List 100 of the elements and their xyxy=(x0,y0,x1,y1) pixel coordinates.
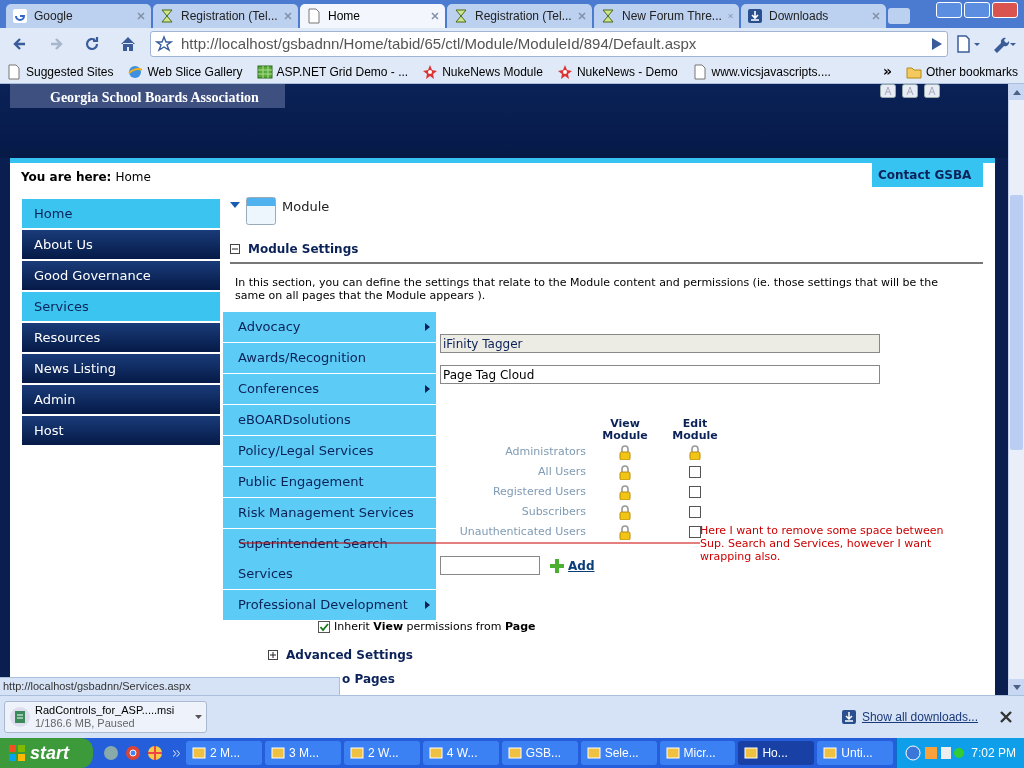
nav-item[interactable]: Resources xyxy=(22,323,220,353)
submenu-item[interactable]: Professional Development xyxy=(223,590,436,621)
bookmark[interactable]: ASP.NET Grid Demo - ... xyxy=(256,62,409,81)
collapse-toggle[interactable] xyxy=(230,244,240,254)
close-tab-icon[interactable] xyxy=(872,12,880,20)
role-label: Unauthenticated Users xyxy=(458,523,587,540)
maximize-button[interactable] xyxy=(964,2,990,18)
submenu-item[interactable]: Awards/Recognition xyxy=(223,343,436,374)
download-item[interactable]: RadControls_for_ASP.....msi 1/186.6 MB, Paused xyxy=(4,701,207,733)
submenu-item[interactable]: Conferences xyxy=(223,374,436,405)
contact-link[interactable]: Contact GSBA xyxy=(872,163,983,187)
window-icon xyxy=(192,746,207,760)
column-header: View Module xyxy=(601,418,649,442)
scroll-up-button[interactable] xyxy=(1009,84,1024,100)
section-heading: o Pages xyxy=(342,670,396,688)
lock-icon xyxy=(619,504,631,520)
chevrons-icon xyxy=(172,749,181,757)
scrollbar-thumb[interactable] xyxy=(1010,195,1023,450)
module-title: Module xyxy=(282,198,330,216)
taskbar-button[interactable]: Micr... xyxy=(659,741,736,765)
download-status: 1/186.6 MB, Paused xyxy=(35,717,136,730)
role-label: Subscribers xyxy=(520,503,587,520)
browser-tab[interactable]: Registration (Tel... xyxy=(153,4,298,28)
page-icon xyxy=(691,63,708,80)
inherit-label: Inherit View permissions from Page xyxy=(334,619,536,635)
caret-icon xyxy=(195,715,202,719)
nav-item[interactable]: Host xyxy=(22,416,220,446)
download-icon xyxy=(841,710,856,724)
bookmark[interactable]: Suggested Sites xyxy=(6,62,114,81)
taskbar-button[interactable]: Unti... xyxy=(817,741,894,765)
permission-checkbox[interactable] xyxy=(689,486,701,498)
nav-item[interactable]: Home xyxy=(22,199,220,229)
star-icon xyxy=(556,63,573,80)
lock-icon xyxy=(619,464,631,480)
username-field[interactable] xyxy=(440,556,540,575)
nav-item[interactable]: Services xyxy=(22,292,220,322)
window-icon xyxy=(507,746,522,760)
close-tab-icon[interactable] xyxy=(284,12,292,20)
inherit-checkbox[interactable] xyxy=(318,621,330,634)
role-label: Registered Users xyxy=(491,483,587,500)
more-bookmarks-button[interactable]: » xyxy=(882,61,892,82)
taskbar-button[interactable]: 2 W... xyxy=(343,741,420,765)
clock: 7:02 PM xyxy=(971,745,1016,762)
close-tab-icon[interactable] xyxy=(431,12,439,20)
address-bar[interactable]: http://localhost/gsbadnn/Home/tabid/65/ctl/Module/ModuleId/894/Default.aspx xyxy=(150,31,948,57)
window-icon xyxy=(428,746,443,760)
taskbar-button[interactable]: GSB... xyxy=(501,741,578,765)
bookmark[interactable]: NukeNews - Demo xyxy=(556,62,678,81)
windows-logo-icon xyxy=(8,744,26,762)
window-icon xyxy=(823,746,838,760)
submenu-item[interactable]: Advocacy xyxy=(223,312,436,343)
circle-icon xyxy=(102,745,119,761)
permission-checkbox[interactable] xyxy=(689,526,701,538)
home-icon xyxy=(119,35,137,53)
taskbar-button[interactable]: 2 M... xyxy=(186,741,262,765)
bookmark[interactable]: www.vicsjavascripts.... xyxy=(691,62,831,81)
taskbar-button[interactable]: 3 M... xyxy=(265,741,341,765)
nav-item[interactable]: About Us xyxy=(22,230,220,260)
nav-item[interactable]: Good Governance xyxy=(22,261,220,291)
grid-icon xyxy=(256,63,273,80)
section-heading: Advanced Settings xyxy=(286,646,413,664)
start-button[interactable]: start xyxy=(0,738,93,768)
browser-tab[interactable]: Downloads xyxy=(741,4,886,28)
submenu-item[interactable]: Policy/Legal Services xyxy=(223,436,436,467)
expand-toggle[interactable] xyxy=(268,649,278,660)
permission-checkbox[interactable] xyxy=(689,466,701,478)
browser-tab[interactable]: Registration (Tel... xyxy=(447,4,592,28)
show-all-downloads-link[interactable]: Show all downloads... xyxy=(841,708,978,726)
close-tab-icon[interactable] xyxy=(578,12,586,20)
nav-item[interactable]: Admin xyxy=(22,385,220,415)
taskbar-button[interactable]: Sele... xyxy=(580,741,657,765)
role-label: Administrators xyxy=(504,443,587,460)
add-link[interactable]: Add xyxy=(550,556,595,575)
window-icon xyxy=(665,746,680,760)
browser-tab[interactable]: Home xyxy=(300,4,445,28)
close-tab-icon[interactable] xyxy=(137,12,145,20)
permission-checkbox[interactable] xyxy=(689,506,701,518)
submenu-item[interactable]: Risk Management Services xyxy=(223,498,436,529)
close-window-button[interactable] xyxy=(992,2,1018,18)
breadcrumb-link[interactable]: Home xyxy=(115,168,151,186)
minimize-button[interactable] xyxy=(936,2,962,18)
lock-icon xyxy=(619,524,631,540)
bookmark[interactable]: Web Slice Gallery xyxy=(127,62,243,81)
submenu-item[interactable]: Public Engagement xyxy=(223,467,436,498)
taskbar-button[interactable]: Ho... xyxy=(738,741,815,765)
role-label: All Users xyxy=(537,463,587,480)
browser-tab[interactable]: New Forum Thre... xyxy=(594,4,739,28)
bookmark[interactable]: NukeNews Module xyxy=(422,62,543,81)
page-icon xyxy=(6,63,22,80)
down-arrow-icon xyxy=(1012,684,1021,690)
taskbar-button[interactable]: 4 W... xyxy=(422,741,499,765)
other-bookmarks-button[interactable]: Other bookmarks xyxy=(905,62,1018,81)
nav-item[interactable]: News Listing xyxy=(22,354,220,384)
browser-tab[interactable]: Google xyxy=(6,4,151,28)
annotation-text: Here I want to remove some space between Sup. Search and Services, however I want wrapping also. xyxy=(700,524,945,563)
submenu-item[interactable]: eBOARDsolutions xyxy=(223,405,436,436)
module-title-field[interactable]: Page Tag Cloud xyxy=(440,365,880,384)
scroll-down-button[interactable] xyxy=(1009,679,1024,695)
triangle-icon xyxy=(230,201,240,209)
play-icon xyxy=(931,37,943,51)
